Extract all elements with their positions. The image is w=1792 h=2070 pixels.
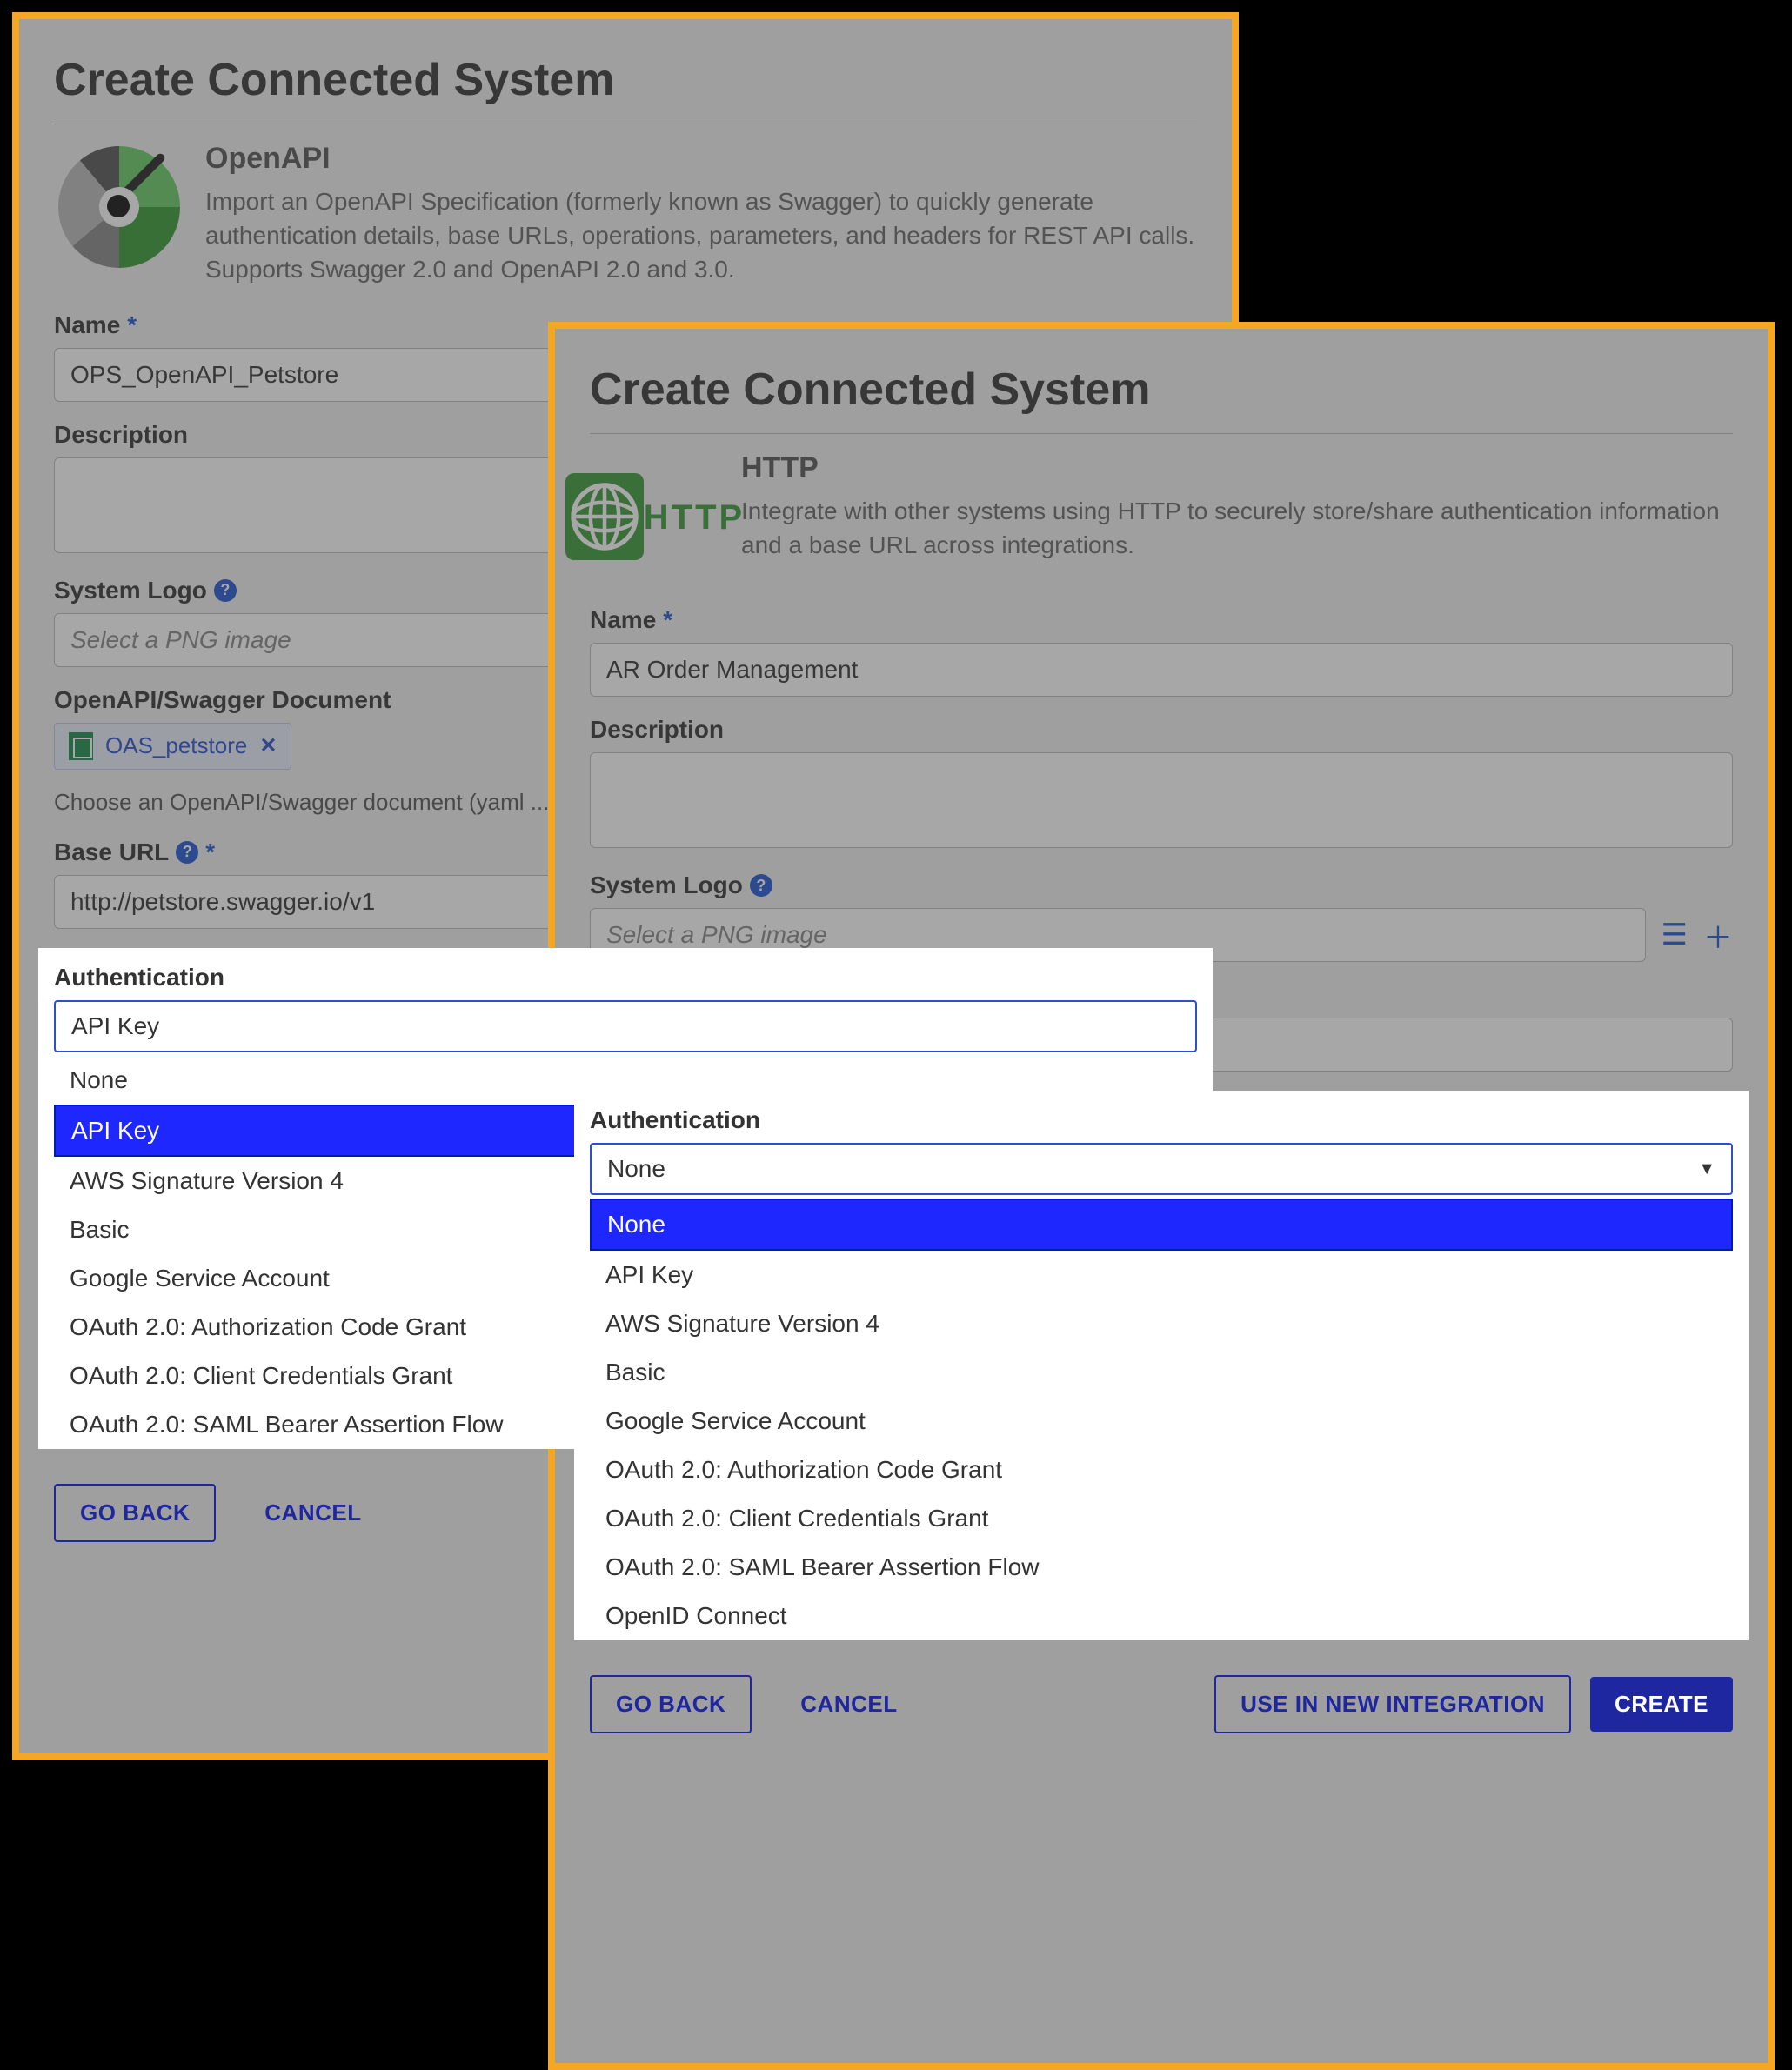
swagger-doc-chip[interactable]: OAS_petstore ✕	[54, 723, 291, 770]
help-icon[interactable]: ?	[214, 579, 237, 602]
auth-option-oauth-authcode[interactable]: OAuth 2.0: Authorization Code Grant	[590, 1446, 1733, 1494]
authentication-select[interactable]: None ▼	[590, 1143, 1733, 1195]
create-button[interactable]: CREATE	[1590, 1677, 1733, 1732]
system-type-header: HTTP HTTP Integrate with other systems u…	[590, 451, 1733, 582]
auth-option-oauth-saml[interactable]: OAuth 2.0: SAML Bearer Assertion Flow	[590, 1543, 1733, 1592]
http-icon-label: HTTP	[644, 498, 745, 538]
authentication-dropdown: None API Key AWS Signature Version 4 Bas…	[590, 1199, 1733, 1640]
remove-doc-icon[interactable]: ✕	[259, 733, 277, 758]
list-icon[interactable]: ☰	[1662, 918, 1688, 952]
system-type-name: OpenAPI	[205, 142, 1197, 176]
authentication-selected-value: None	[607, 1155, 665, 1183]
go-back-button[interactable]: GO BACK	[590, 1675, 752, 1733]
name-label: Name*	[590, 606, 1733, 634]
authentication-section: Authentication None ▼ None API Key AWS S…	[574, 1091, 1749, 1640]
auth-option-basic[interactable]: Basic	[590, 1348, 1733, 1397]
help-icon[interactable]: ?	[750, 874, 772, 897]
auth-option-apikey[interactable]: API Key	[590, 1251, 1733, 1299]
swagger-doc-name: OAS_petstore	[105, 732, 247, 759]
auth-option-oauth-clientcred[interactable]: OAuth 2.0: Client Credentials Grant	[590, 1494, 1733, 1543]
http-icon: HTTP	[590, 451, 720, 582]
system-type-desc: Import an OpenAPI Specification (formerl…	[205, 184, 1197, 287]
auth-option-aws[interactable]: AWS Signature Version 4	[590, 1299, 1733, 1348]
openapi-icon	[54, 142, 184, 272]
dialog-title: Create Connected System	[590, 364, 1733, 416]
auth-option-openid[interactable]: OpenID Connect	[590, 1592, 1733, 1640]
dialog-title: Create Connected System	[54, 54, 1197, 106]
cancel-button[interactable]: CANCEL	[240, 1486, 385, 1540]
authentication-select[interactable]: API Key	[54, 1000, 1197, 1052]
auth-option-google[interactable]: Google Service Account	[590, 1397, 1733, 1446]
authentication-label: Authentication	[590, 1106, 1733, 1134]
chevron-down-icon: ▼	[1698, 1159, 1715, 1179]
authentication-label: Authentication	[54, 964, 1197, 992]
use-in-new-integration-button[interactable]: USE IN NEW INTEGRATION	[1214, 1675, 1571, 1733]
auth-option-none[interactable]: None	[590, 1199, 1733, 1251]
add-icon[interactable]: ＋	[1703, 914, 1733, 957]
system-logo-label: System Logo ?	[590, 871, 1733, 899]
dialog-http: Create Connected System HTTP HTTP Integr…	[548, 322, 1775, 2070]
cancel-button[interactable]: CANCEL	[776, 1677, 921, 1732]
document-icon	[69, 732, 93, 760]
go-back-button[interactable]: GO BACK	[54, 1484, 216, 1542]
system-type-desc: Integrate with other systems using HTTP …	[741, 494, 1733, 562]
divider	[590, 433, 1733, 434]
system-type-header: OpenAPI Import an OpenAPI Specification …	[54, 142, 1197, 287]
authentication-selected-value: API Key	[71, 1012, 159, 1040]
description-label: Description	[590, 716, 1733, 744]
description-input[interactable]	[590, 752, 1733, 848]
system-type-name: HTTP	[741, 451, 1733, 485]
name-input[interactable]	[590, 643, 1733, 697]
help-icon[interactable]: ?	[176, 841, 198, 864]
